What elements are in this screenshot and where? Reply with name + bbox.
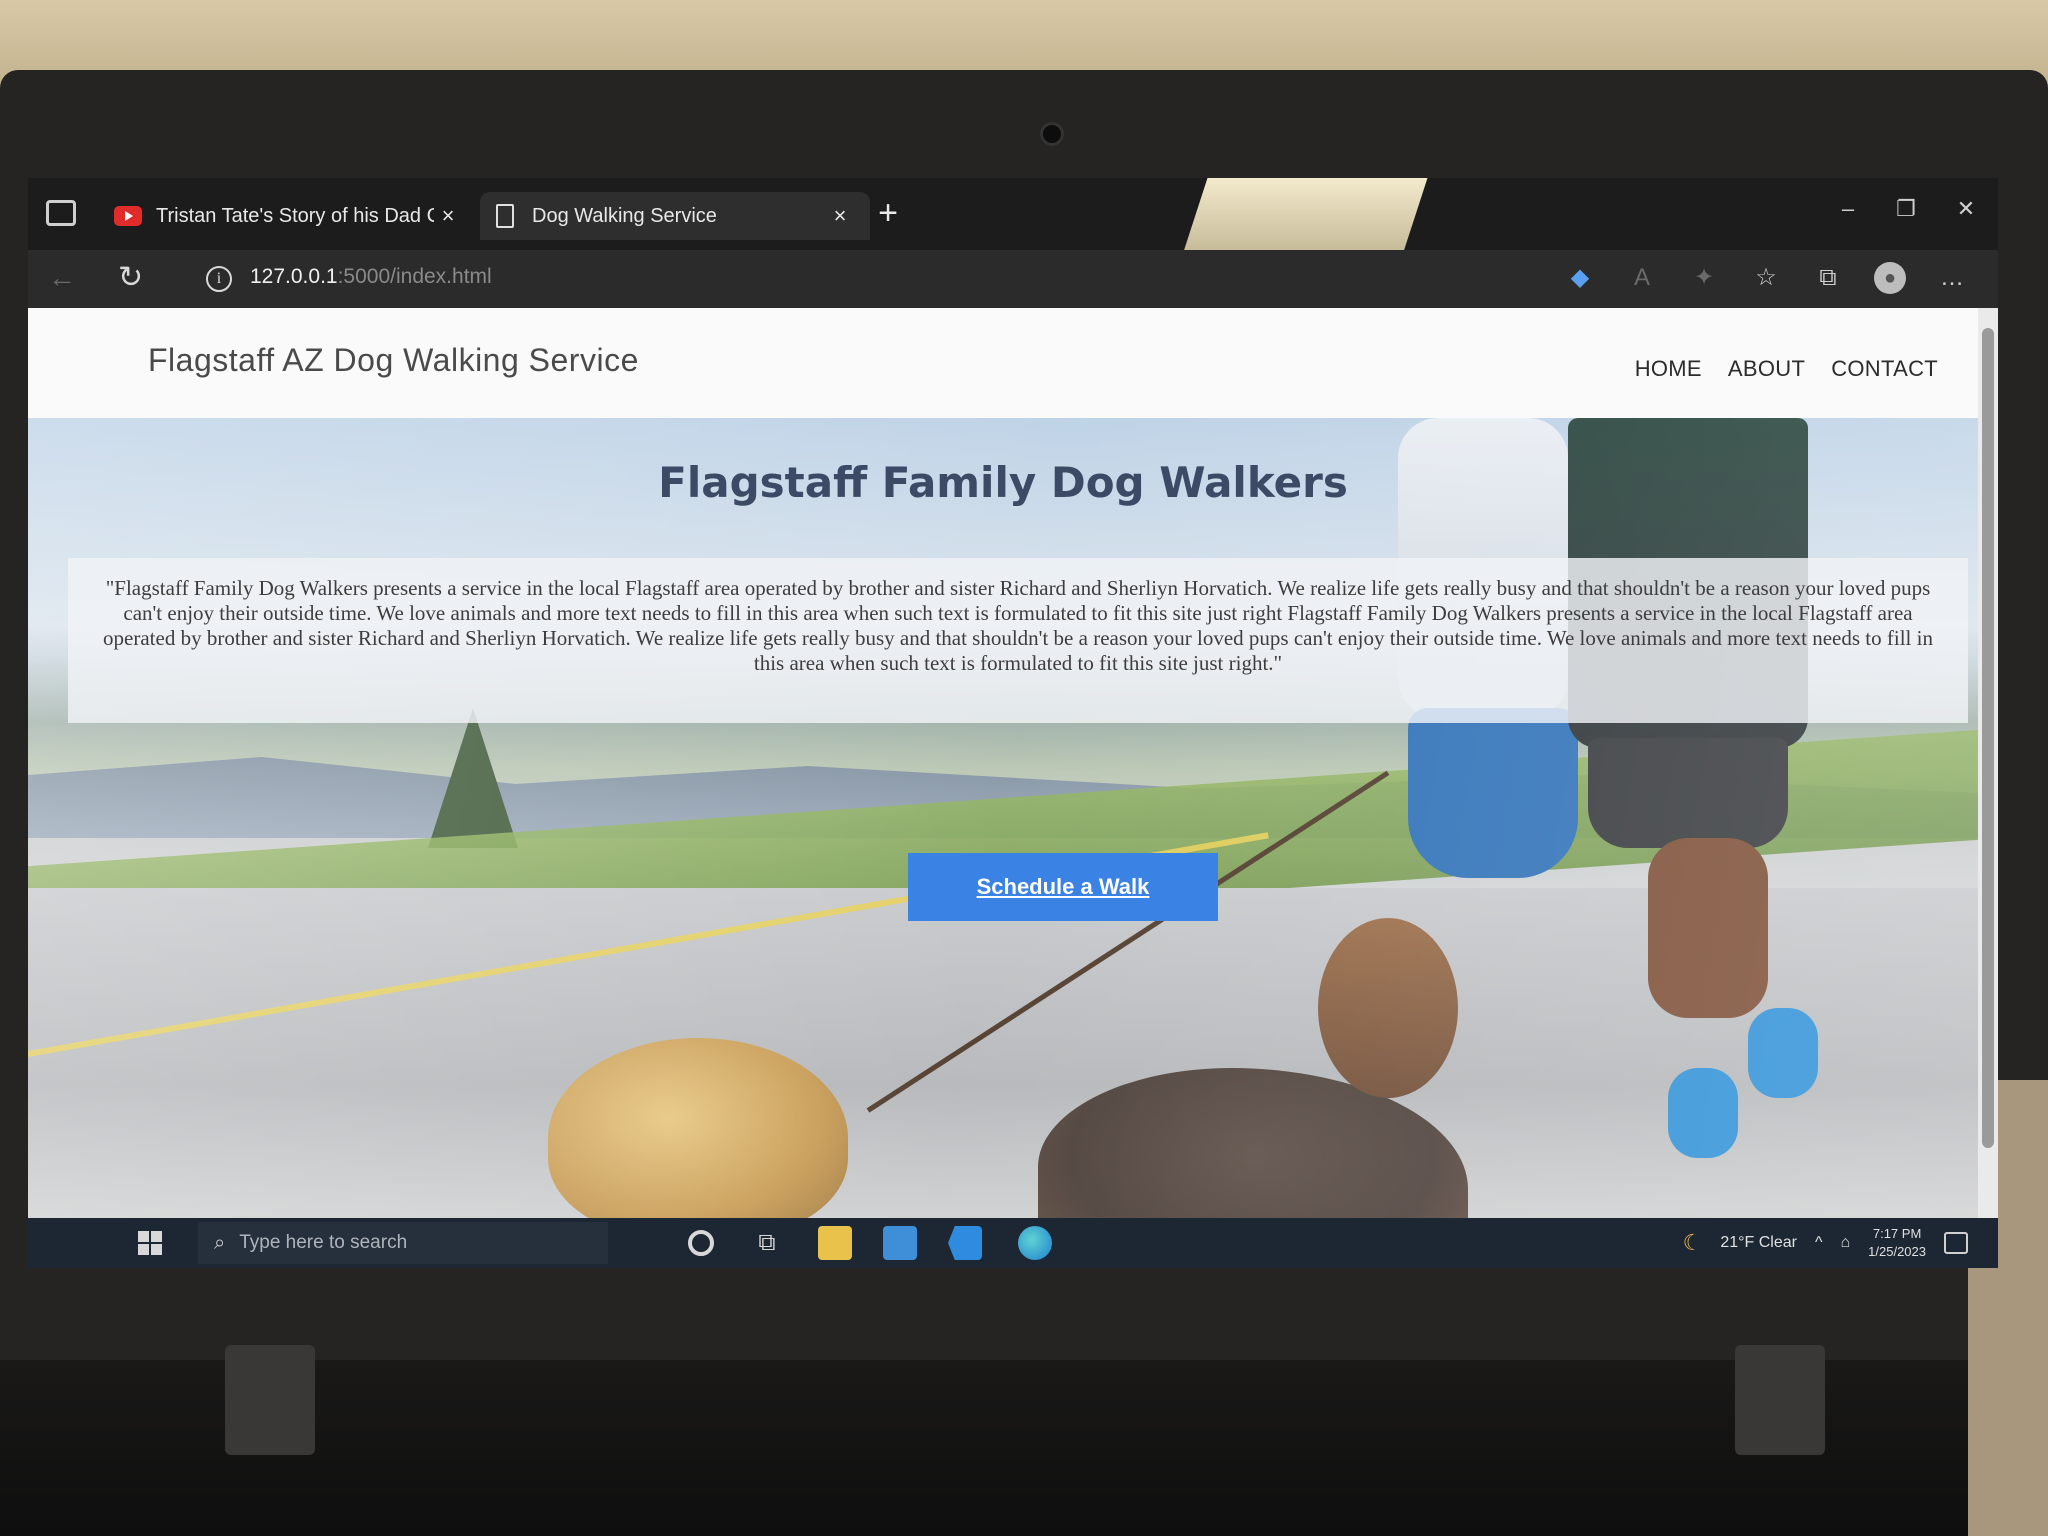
close-icon[interactable]: × <box>434 203 462 229</box>
tab-title: Dog Walking Service <box>532 204 717 227</box>
address-bar: ← ↻ i 127.0.0.1:5000/index.html ◆ A ✦ ☆ … <box>28 250 1998 308</box>
minimize-button[interactable]: – <box>1828 196 1868 222</box>
close-icon[interactable]: × <box>826 203 854 229</box>
back-arrow-icon[interactable]: ← <box>48 262 76 294</box>
search-placeholder: Type here to search <box>239 1232 408 1253</box>
laptop-hinge-left <box>225 1345 315 1455</box>
tab-title: Tristan Tate's Story of his Dad C <box>156 204 434 227</box>
new-tab-button[interactable]: + <box>868 194 908 233</box>
system-tray: ☾ 21°F Clear ^ ⌂ 7:17 PM 1/25/2023 <box>1683 1218 1968 1268</box>
schedule-walk-label: Schedule a Walk <box>976 874 1150 899</box>
task-view-icon[interactable]: ⧉ <box>750 1226 784 1260</box>
hero-description: "Flagstaff Family Dog Walkers presents a… <box>103 576 1933 675</box>
hero-section: Flagstaff Family Dog Walkers "Flagstaff … <box>28 418 1978 1218</box>
maximize-button[interactable]: ❐ <box>1886 196 1926 222</box>
tray-chevron-icon[interactable]: ^ <box>1815 1234 1823 1252</box>
tab-youtube[interactable]: Tristan Tate's Story of his Dad C × <box>98 192 478 240</box>
laptop-screen: Tristan Tate's Story of his Dad C × Dog … <box>28 178 1998 1268</box>
coupon-tag-icon[interactable]: ◆ <box>1564 262 1596 294</box>
tab-dog-walking[interactable]: Dog Walking Service × <box>480 192 870 240</box>
profile-avatar-icon[interactable]: ● <box>1874 262 1906 294</box>
collections-icon[interactable]: ⧉ <box>1812 262 1844 294</box>
windows-taskbar: ⌕ Type here to search ⧉ ☾ 21°F Clear ^ ⌂… <box>28 1218 1998 1268</box>
site-brand[interactable]: Flagstaff AZ Dog Walking Service <box>148 342 639 379</box>
favorites-icon[interactable]: ☆ <box>1750 262 1782 294</box>
window-close-button[interactable]: ✕ <box>1946 196 1986 222</box>
browser-toolbar: ◆ A ✦ ☆ ⧉ ● … <box>1564 262 1968 294</box>
scrollbar-thumb[interactable] <box>1982 328 1994 1148</box>
taskbar-clock[interactable]: 7:17 PM 1/25/2023 <box>1868 1225 1926 1261</box>
nav-contact-link[interactable]: CONTACT <box>1831 356 1938 382</box>
more-options-icon[interactable]: … <box>1936 262 1968 294</box>
nav-home-link[interactable]: HOME <box>1635 356 1702 382</box>
tab-actions-icon[interactable] <box>46 200 76 226</box>
mail-icon[interactable] <box>883 1226 917 1260</box>
edge-browser-icon[interactable] <box>1018 1226 1052 1260</box>
page-viewport: Flagstaff AZ Dog Walking Service HOME AB… <box>28 308 1978 1218</box>
browser-tab-bar: Tristan Tate's Story of his Dad C × Dog … <box>28 178 1998 298</box>
youtube-icon <box>114 206 142 226</box>
laptop-hinge-right <box>1735 1345 1825 1455</box>
read-aloud-icon[interactable]: A <box>1626 262 1658 294</box>
extensions-icon[interactable]: ✦ <box>1688 262 1720 294</box>
search-icon: ⌕ <box>214 1231 226 1254</box>
windows-start-icon[interactable] <box>138 1231 162 1255</box>
hero-title: Flagstaff Family Dog Walkers <box>658 458 1348 507</box>
clock-date: 1/25/2023 <box>1868 1244 1926 1259</box>
vscode-icon[interactable] <box>948 1226 982 1260</box>
url-field[interactable]: 127.0.0.1:5000/index.html <box>250 265 492 289</box>
schedule-walk-button[interactable]: Schedule a Walk <box>908 853 1218 921</box>
notification-icon[interactable] <box>1944 1232 1968 1254</box>
taskbar-search-box[interactable]: ⌕ Type here to search <box>198 1222 608 1264</box>
site-info-icon[interactable]: i <box>206 266 232 292</box>
screen-sheen <box>28 418 1978 1218</box>
url-host: 127.0.0.1 <box>250 265 338 288</box>
network-icon[interactable]: ⌂ <box>1840 1234 1850 1252</box>
nav-about-link[interactable]: ABOUT <box>1728 356 1805 382</box>
site-nav: HOME ABOUT CONTACT <box>1635 356 1938 382</box>
site-header: Flagstaff AZ Dog Walking Service HOME AB… <box>28 308 1978 418</box>
page-icon <box>496 204 514 228</box>
cortana-icon[interactable] <box>688 1230 714 1256</box>
weather-moon-icon: ☾ <box>1682 1230 1703 1255</box>
page-scrollbar[interactable] <box>1978 308 1998 1218</box>
url-path: :5000/index.html <box>337 265 492 288</box>
clock-time: 7:17 PM <box>1872 1226 1922 1241</box>
webcam <box>1040 122 1064 146</box>
reload-icon[interactable]: ↻ <box>118 260 143 295</box>
weather-text[interactable]: 21°F Clear <box>1720 1234 1797 1252</box>
file-explorer-icon[interactable] <box>818 1226 852 1260</box>
